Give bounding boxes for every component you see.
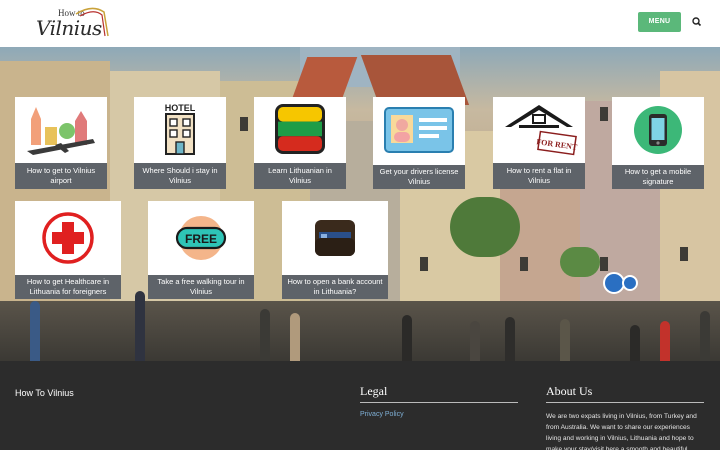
tile-label: Get your drivers license Vilnius xyxy=(373,165,465,189)
airport-skyline-icon xyxy=(15,97,107,163)
tile-label: Learn Lithuanian in Vilnius xyxy=(254,163,346,189)
legal-heading: Legal xyxy=(360,384,388,398)
tile-airport[interactable]: How to get to Vilnius airport xyxy=(15,97,107,189)
tile-drivers-license[interactable]: Get your drivers license Vilnius xyxy=(373,97,465,189)
tile-label: Take a free walking tour in Vilnius xyxy=(148,275,254,299)
about-text: We are two expats living in Vilnius, fro… xyxy=(546,413,697,450)
red-cross-icon xyxy=(15,201,121,275)
mobile-phone-icon xyxy=(612,97,704,163)
wallet-icon xyxy=(282,201,388,275)
drivers-license-icon xyxy=(373,97,465,163)
tile-label: Where Should i stay in Vilnius xyxy=(134,163,226,189)
about-heading: About Us xyxy=(546,384,593,398)
site-logo[interactable]: How to Vilnius xyxy=(36,6,112,40)
hotel-icon: HOTEL xyxy=(134,97,226,161)
tile-healthcare[interactable]: How to get Healthcare in Lithuania for f… xyxy=(15,201,121,299)
tile-free-walking-tour[interactable]: FREE Take a free walking tour in Vilnius xyxy=(148,201,254,299)
about-divider xyxy=(546,402,704,403)
site-footer: How To Vilnius Legal Privacy Policy Abou… xyxy=(0,361,720,450)
tile-label: How to get a mobile signature xyxy=(612,165,704,189)
tile-label: How to get Healthcare in Lithuania for f… xyxy=(15,275,121,299)
lithuania-flag-icon xyxy=(254,97,346,161)
tile-bank-account[interactable]: How to open a bank account in Lithuania? xyxy=(282,201,388,299)
tile-rent-flat[interactable]: FOR RENT How to rent a flat in Vilnius xyxy=(493,97,585,189)
menu-button[interactable]: MENU xyxy=(638,12,681,32)
free-badge-icon: FREE xyxy=(148,201,254,275)
tile-hotel[interactable]: HOTEL Where Should i stay in Vilnius xyxy=(134,97,226,189)
site-header: How to Vilnius MENU xyxy=(0,0,720,47)
footer-site-title: How To Vilnius xyxy=(15,388,74,398)
privacy-policy-link[interactable]: Privacy Policy xyxy=(360,411,404,418)
hotel-sign-text: HOTEL xyxy=(165,103,196,113)
house-for-rent-icon: FOR RENT xyxy=(493,97,585,161)
tile-label: How to open a bank account in Lithuania? xyxy=(282,275,388,299)
free-text: FREE xyxy=(185,232,217,246)
tile-mobile-signature[interactable]: How to get a mobile signature xyxy=(612,97,704,189)
logo-swoosh-icon xyxy=(75,7,109,37)
search-icon[interactable] xyxy=(690,14,704,30)
tile-label: How to get to Vilnius airport xyxy=(15,163,107,189)
tile-label: How to rent a flat in Vilnius xyxy=(493,163,585,189)
tile-learn-lithuanian[interactable]: Learn Lithuanian in Vilnius xyxy=(254,97,346,189)
legal-divider xyxy=(360,402,518,403)
